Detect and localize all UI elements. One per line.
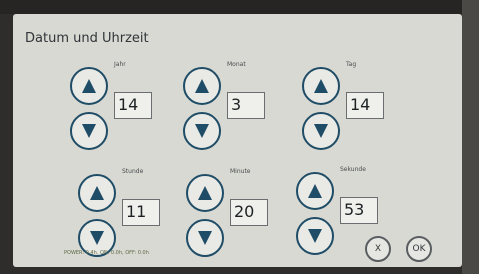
stunde-up-button[interactable] <box>78 174 116 212</box>
arrow-up-icon <box>314 79 328 93</box>
arrow-up-icon <box>90 186 104 200</box>
arrow-up-icon <box>195 79 209 93</box>
tag-label: Tag <box>346 61 357 68</box>
sekunde-up-button[interactable] <box>296 172 334 210</box>
arrow-down-icon <box>90 231 104 245</box>
tag-value[interactable]: 14 <box>346 92 384 119</box>
monat-down-button[interactable] <box>183 112 221 150</box>
stunde-value[interactable]: 11 <box>122 199 160 226</box>
arrow-down-icon <box>195 124 209 138</box>
cancel-button[interactable]: X <box>365 236 391 262</box>
field-minute: Minute 20 <box>186 168 311 264</box>
arrow-up-icon <box>308 184 322 198</box>
minute-label: Minute <box>230 168 251 175</box>
minute-down-button[interactable] <box>186 219 224 257</box>
minute-value[interactable]: 20 <box>230 199 268 226</box>
arrow-down-icon <box>314 124 328 138</box>
jahr-up-button[interactable] <box>70 67 108 105</box>
device-bezel-top <box>0 0 479 14</box>
status-line: POWER: 0.4h, ON: 0.0h, OFF: 0.0h <box>64 250 149 256</box>
arrow-down-icon <box>308 229 322 243</box>
sekunde-value[interactable]: 53 <box>340 197 378 224</box>
tag-down-button[interactable] <box>302 112 340 150</box>
ok-button[interactable]: OK <box>406 236 432 262</box>
monat-value[interactable]: 3 <box>227 92 265 119</box>
tag-up-button[interactable] <box>302 67 340 105</box>
jahr-down-button[interactable] <box>70 112 108 150</box>
sekunde-label: Sekunde <box>340 166 366 173</box>
arrow-up-icon <box>82 79 96 93</box>
stunde-label: Stunde <box>122 168 144 175</box>
device-bezel-right <box>462 0 479 274</box>
monat-up-button[interactable] <box>183 67 221 105</box>
monat-label: Monat <box>227 61 246 68</box>
sekunde-down-button[interactable] <box>296 217 334 255</box>
arrow-down-icon <box>198 231 212 245</box>
jahr-label: Jahr <box>114 61 126 68</box>
minute-up-button[interactable] <box>186 174 224 212</box>
field-monat: Monat 3 <box>183 61 308 157</box>
arrow-down-icon <box>82 124 96 138</box>
touch-screen: Datum und Uhrzeit Jahr 14 Monat 3 Tag 14 <box>13 14 462 267</box>
field-jahr: Jahr 14 <box>70 61 195 157</box>
field-sekunde: Sekunde 53 <box>296 166 421 262</box>
jahr-value[interactable]: 14 <box>114 92 152 119</box>
arrow-up-icon <box>198 186 212 200</box>
screen-title: Datum und Uhrzeit <box>25 31 149 46</box>
field-tag: Tag 14 <box>302 61 427 157</box>
